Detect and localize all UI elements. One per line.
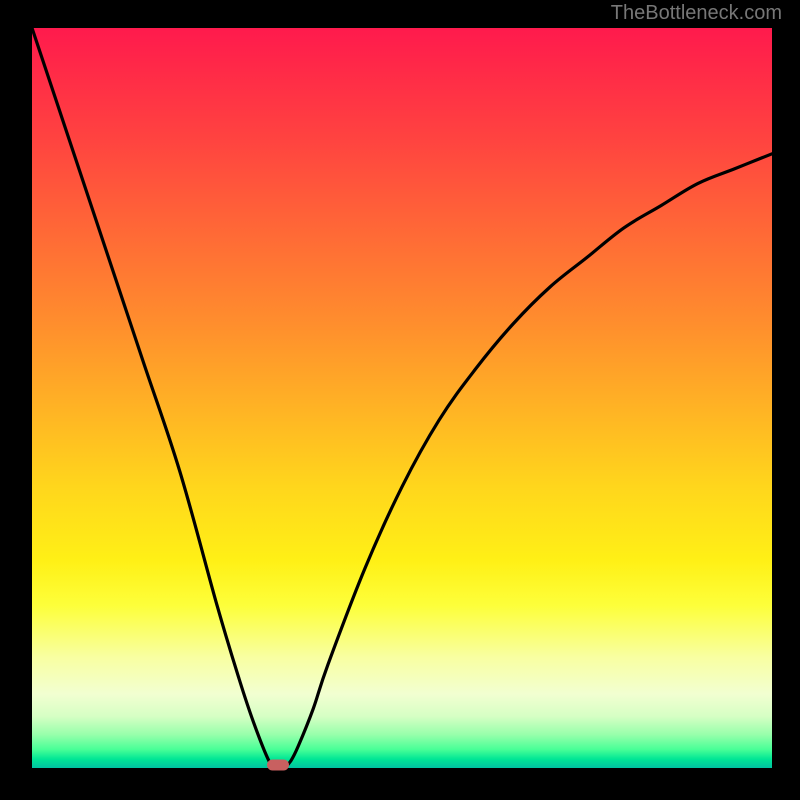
watermark-text: TheBottleneck.com [611, 2, 782, 25]
optimal-point-marker [267, 760, 289, 771]
chart-plot-area [32, 28, 772, 768]
bottleneck-curve [32, 28, 772, 768]
